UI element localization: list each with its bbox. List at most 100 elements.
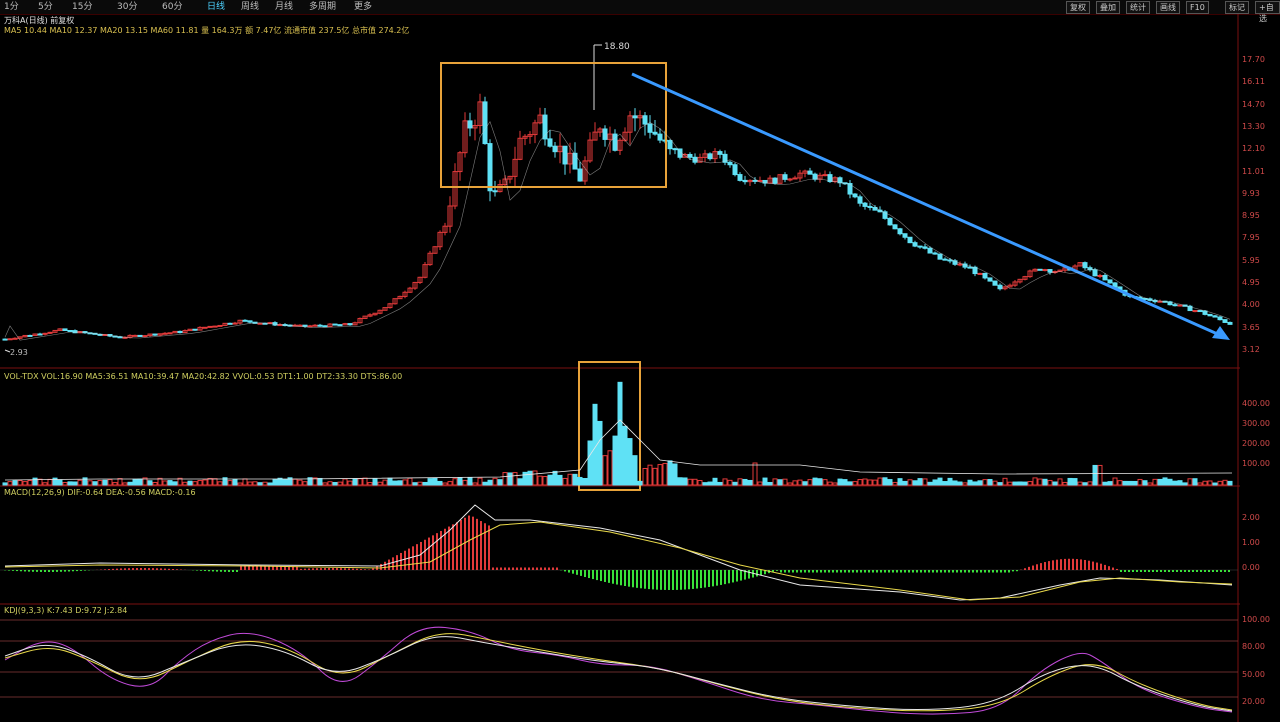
volume-bar [767,481,773,486]
volume-bar [1217,480,1223,486]
kdj-j-line [4,626,1233,715]
volume-bar [457,477,463,486]
volume-bar [337,481,343,486]
volume-bar [1017,481,1023,486]
volume-bar [187,480,193,486]
volume-bar [92,481,98,486]
candle-body [977,272,983,275]
macd-axis-label: 1.00 [1242,538,1260,547]
candle-body [987,277,993,282]
volume-bar [927,481,933,486]
volume-bar [617,381,623,486]
volume-bar [562,477,568,486]
volume-bar [57,479,63,486]
volume-bar [427,478,433,486]
volume-axis-label: 100.00 [1242,459,1270,468]
volume-bar [72,481,78,486]
volume-bar [567,473,573,486]
volume-bar [517,478,523,486]
price-axis-label: 4.95 [1242,278,1260,288]
volume-bar [467,477,473,486]
volume-bar [587,440,593,486]
volume-info: VOL-TDX VOL:16.90 MA5:36.51 MA10:39.47 M… [4,372,403,381]
volume-bar [812,477,818,486]
candle-body [307,325,313,328]
volume-bar [582,478,588,486]
volume-bar [602,455,608,486]
volume-bar [122,482,128,486]
candle-body [1212,315,1218,318]
volume-bar [1052,481,1058,486]
volume-bar [737,478,743,486]
volume-bar [417,481,423,486]
volume-bar [1032,477,1038,486]
candle-body [242,319,248,322]
volume-bar [387,477,393,486]
candle-body [727,161,733,166]
volume-axis-label: 300.00 [1242,419,1270,428]
volume-bar [1177,480,1183,486]
volume-bar [622,425,628,486]
volume-bar [757,481,763,486]
volume-bar [1062,481,1068,486]
volume-bar [1122,480,1128,486]
volume-bar [987,478,993,486]
candle-body [1207,313,1213,317]
volume-bar [752,462,758,486]
candle-body [1197,310,1203,313]
volume-bar [382,479,388,486]
volume-bar [992,480,998,486]
volume-bar [782,478,788,486]
volume-bar [882,477,888,486]
candle-body [482,101,488,145]
volume-bar [12,480,18,486]
volume-bar [242,478,248,486]
volume-bar [682,477,688,486]
candle-body [142,335,148,338]
volume-bar [452,478,458,486]
candle-body [337,324,343,327]
candle-body [652,131,658,135]
candle-body [7,338,13,341]
volume-bar [887,479,893,486]
candle-body [1097,274,1103,277]
kdj-info: KDJ(9,3,3) K:7.43 D:9.72 J:2.84 [4,606,128,615]
volume-bar [247,481,253,486]
volume-bar [702,482,708,486]
volume-bar [1117,480,1123,486]
candle-body [812,173,818,180]
candle-body [742,179,748,183]
candle-body [687,153,693,158]
volume-bar [742,478,748,486]
volume-bar [317,477,323,486]
volume-bar [1107,481,1113,486]
candle-body [1172,304,1178,307]
candle-body [947,259,953,262]
volume-bar [792,480,798,486]
volume-bar [1227,480,1233,486]
candle-body [922,246,928,249]
volume-bar [327,481,333,486]
volume-bar [217,481,223,486]
volume-bar [472,482,478,486]
candle-body [957,263,963,266]
volume-bar [972,481,978,486]
price-axis-label: 14.70 [1242,99,1265,109]
volume-bar [612,435,618,486]
volume-bar [347,480,353,486]
volume-bar [692,478,698,486]
volume-bar [1187,478,1193,486]
volume-bar [667,460,673,486]
volume-bar [497,479,503,486]
volume-bar [532,470,538,486]
candle-body [232,322,238,325]
volume-bar [167,480,173,486]
volume-bar [897,478,903,486]
volume-bar [712,477,718,486]
volume-bar [207,477,213,486]
volume-bar [592,403,598,486]
volume-bar [637,480,643,486]
volume-bar [442,482,448,486]
volume-bar [1102,481,1108,486]
downtrend-line [631,72,1223,338]
